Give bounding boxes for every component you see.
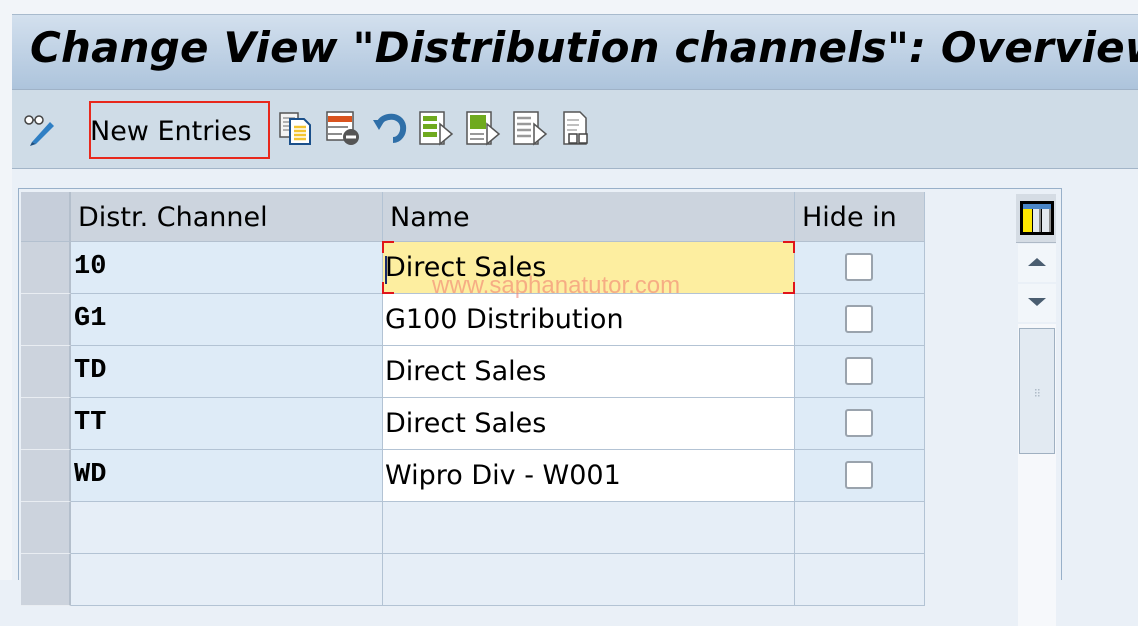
hide-cell [795, 502, 925, 554]
scroll-up-button[interactable] [1018, 244, 1056, 282]
print-view-button[interactable] [561, 110, 597, 146]
channel-cell: 10 [71, 242, 383, 294]
undo-change-button[interactable] [371, 110, 407, 146]
hide-checkbox[interactable] [845, 305, 873, 333]
row-selector[interactable] [21, 242, 71, 294]
select-block-icon [466, 111, 501, 146]
channel-cell: TT [71, 398, 383, 450]
focus-corner [382, 241, 394, 253]
name-cell [383, 502, 795, 554]
new-entries-button[interactable]: New Entries [89, 101, 270, 159]
copy-as-button[interactable] [278, 110, 314, 146]
page-title: Change View "Distribution channels": Ove… [30, 23, 1138, 72]
grip-icon [1035, 389, 1040, 397]
name-cell [383, 554, 795, 606]
column-header-hide-in[interactable]: Hide in [795, 192, 925, 242]
copy-as-icon [279, 112, 311, 145]
row-selector[interactable] [21, 294, 71, 346]
print-view-icon [563, 111, 588, 145]
display-change-button[interactable] [22, 110, 58, 146]
select-all-button[interactable] [418, 110, 454, 146]
new-entries-label: New Entries [90, 116, 252, 147]
channel-cell [71, 502, 383, 554]
column-settings-icon [1020, 201, 1054, 235]
hide-checkbox[interactable] [845, 253, 873, 281]
select-all-icon [419, 111, 454, 146]
row-selector[interactable] [21, 398, 71, 450]
scroll-down-button[interactable] [1018, 284, 1056, 322]
scroll-thumb[interactable] [1019, 328, 1055, 454]
name-input[interactable]: Direct Sales [382, 241, 795, 294]
row-selector[interactable] [21, 346, 71, 398]
left-strip [0, 0, 12, 580]
undo-change-icon [373, 113, 407, 143]
name-input[interactable]: Wipro Div - W001 [383, 450, 795, 502]
column-header-name[interactable]: Name [383, 192, 795, 242]
hide-checkbox[interactable] [845, 357, 873, 385]
select-all-rows-button[interactable] [21, 192, 71, 242]
deselect-all-icon [513, 111, 548, 146]
glasses-pencil-icon [24, 115, 54, 146]
channel-cell [71, 554, 383, 606]
hide-cell [795, 554, 925, 606]
hide-checkbox[interactable] [845, 461, 873, 489]
hide-cell [795, 346, 925, 398]
hide-cell [795, 294, 925, 346]
column-header-distr-channel[interactable]: Distr. Channel [71, 192, 383, 242]
channel-cell: TD [71, 346, 383, 398]
delete-button[interactable] [325, 110, 361, 146]
hide-cell [795, 242, 925, 294]
name-input[interactable]: G100 Distribution [383, 294, 795, 346]
triangle-up-icon [1028, 258, 1046, 266]
deselect-all-button[interactable] [512, 110, 548, 146]
hide-checkbox[interactable] [845, 409, 873, 437]
title-bar: Change View "Distribution channels": Ove… [12, 14, 1138, 90]
focus-corner [382, 282, 394, 294]
name-input[interactable]: Direct Sales [383, 346, 795, 398]
hide-cell [795, 450, 925, 502]
focus-corner [783, 282, 795, 294]
row-selector[interactable] [21, 554, 71, 606]
text-caret [385, 256, 387, 284]
name-input[interactable]: Direct Sales [383, 398, 795, 450]
table-control: Distr. Channel Name Hide in 10 Direct Sa… [18, 188, 1062, 606]
channel-cell: WD [71, 450, 383, 502]
hide-cell [795, 398, 925, 450]
row-selector[interactable] [21, 450, 71, 502]
channel-cell: G1 [71, 294, 383, 346]
row-selector[interactable] [21, 502, 71, 554]
column-configuration-button[interactable] [1016, 194, 1056, 243]
focus-corner [783, 241, 795, 253]
top-strip [0, 0, 1138, 14]
delete-icon [326, 111, 359, 145]
select-block-button[interactable] [465, 110, 501, 146]
triangle-down-icon [1028, 298, 1046, 306]
vertical-scrollbar [1016, 194, 1058, 626]
application-toolbar: New Entries [12, 90, 1138, 169]
